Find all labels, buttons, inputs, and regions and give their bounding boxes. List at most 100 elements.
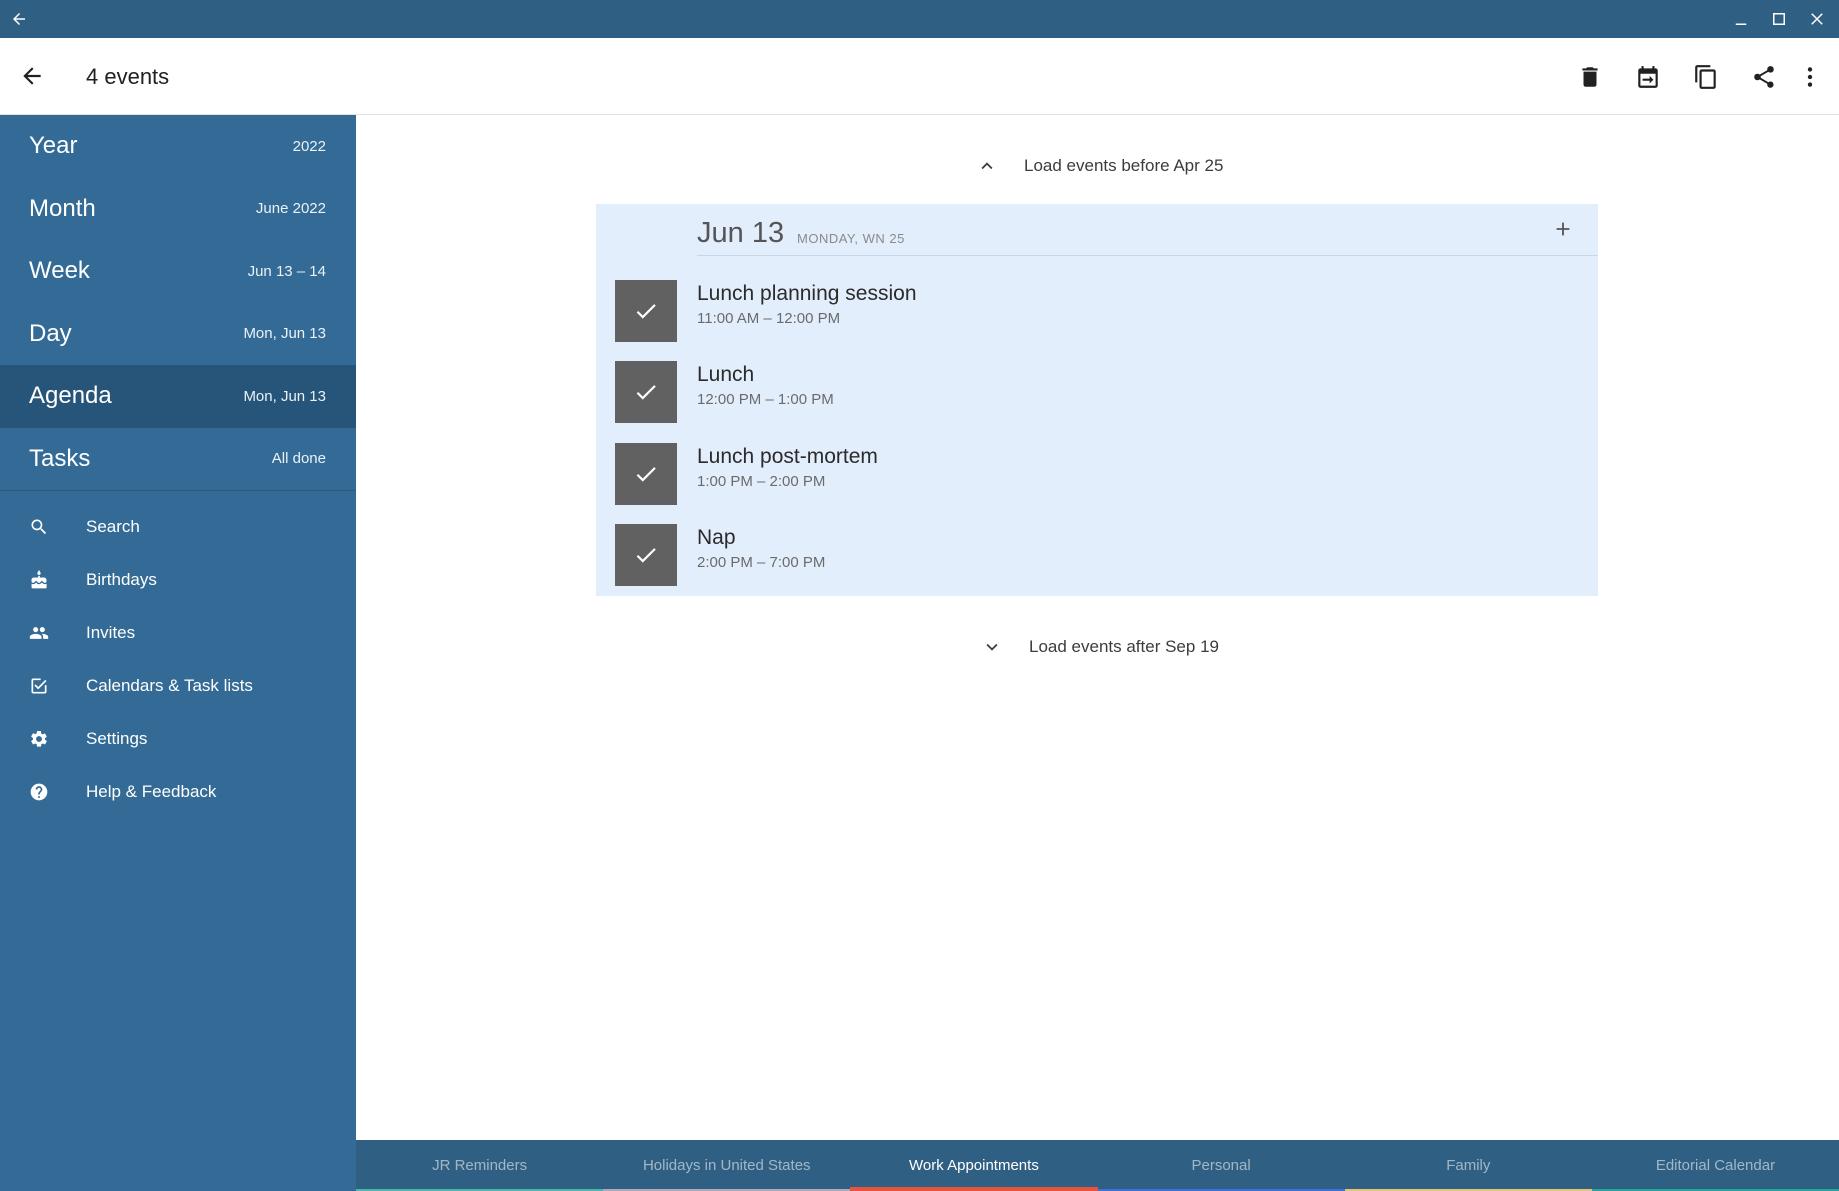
navigation-drawer: Year 2022 Month June 2022 Week Jun 13 – … [0,115,356,1191]
load-events-after-button[interactable]: Load events after Sep 19 [981,636,1219,658]
day-date: Jun 13 [697,217,785,249]
load-events-before-button[interactable]: Load events before Apr 25 [976,155,1223,177]
nav-item-birthdays[interactable]: Birthdays [0,553,356,606]
event-item[interactable]: Nap 2:00 PM – 7:00 PM [615,524,1575,588]
back-button[interactable] [12,56,52,96]
event-checkbox[interactable] [615,280,677,342]
maximize-icon [1773,13,1785,25]
copy-button[interactable] [1677,48,1735,106]
view-day[interactable]: Day Mon, Jun 13 [0,303,356,366]
event-title: Lunch planning session [697,282,917,305]
move-to-date-button[interactable] [1619,48,1677,106]
tab-holidays-in-united-states[interactable]: Holidays in United States [603,1140,851,1191]
appbar-actions [1561,38,1839,115]
arrow-left-icon [13,13,25,25]
event-checkbox[interactable] [615,361,677,423]
tab-label: Holidays in United States [642,1157,811,1174]
event-time: 2:00 PM – 7:00 PM [697,554,826,571]
view-week[interactable]: Week Jun 13 – 14 [0,240,356,303]
window-minimize-button[interactable] [1722,0,1760,38]
day-header: Jun 13 MONDAY, WN 25 [697,204,1598,256]
copy-icon [1695,64,1716,89]
chevron-up-icon [981,162,993,170]
tab-family[interactable]: Family [1344,1140,1592,1191]
view-subtitle: All done [271,450,326,468]
people-icon [28,622,50,644]
chevron-down-icon [986,643,998,651]
nav-item-calendars-task-lists[interactable]: Calendars & Task lists [0,659,356,712]
nav-label: Birthdays [86,569,157,589]
view-label: Year [29,132,78,160]
nav-label: Calendars & Task lists [86,675,253,695]
tab-label: Editorial Calendar [1655,1157,1776,1174]
window-back-button[interactable] [0,0,38,38]
view-label: Day [29,319,72,347]
load-before-label: Load events before Apr 25 [1024,156,1224,175]
nav-label: Help & Feedback [86,781,217,801]
view-tasks[interactable]: Tasks All done [0,428,356,491]
event-item[interactable]: Lunch planning session 11:00 AM – 12:00 … [615,280,1575,344]
event-item[interactable]: Lunch post-mortem 1:00 PM – 2:00 PM [615,443,1575,507]
delete-icon [1582,66,1598,87]
nav-item-invites[interactable]: Invites [0,606,356,659]
event-item[interactable]: Lunch 12:00 PM – 1:00 PM [615,361,1575,425]
day-group: Jun 13 MONDAY, WN 25 Lunch planning sess… [596,204,1598,596]
view-label: Month [29,194,96,222]
event-checkbox[interactable] [615,524,677,586]
search-icon [28,516,50,538]
gear-icon [28,728,50,750]
event-time: 12:00 PM – 1:00 PM [697,391,834,408]
nav-label: Search [86,516,140,536]
tab-label: JR Reminders [432,1157,528,1174]
tab-label: Family [1446,1157,1491,1174]
help-icon [28,781,50,803]
tab-label: Work Appointments [909,1157,1039,1174]
tab-personal[interactable]: Personal [1097,1140,1345,1191]
day-weekday-weeknumber: MONDAY, WN 25 [797,231,905,246]
calendar-tabs: JR Reminders Holidays in United States W… [356,1140,1839,1191]
tab-color-indicator [850,1187,1098,1191]
tab-editorial-calendar[interactable]: Editorial Calendar [1591,1140,1839,1191]
tab-work-appointments[interactable]: Work Appointments [850,1140,1098,1191]
view-month[interactable]: Month June 2022 [0,178,356,241]
event-title: Lunch [697,363,755,386]
nav-item-search[interactable]: Search [0,500,356,553]
event-time: 1:00 PM – 2:00 PM [697,473,826,490]
checkmark-icon [636,548,656,563]
load-after-label: Load events after Sep 19 [1029,637,1219,656]
view-agenda[interactable]: Agenda Mon, Jun 13 [0,365,356,428]
tab-jr-reminders[interactable]: JR Reminders [356,1140,604,1191]
sidebar-nav-list: Search Birthdays Invites Calendars & Tas… [0,491,356,818]
checkmark-icon [636,304,656,319]
nav-item-settings[interactable]: Settings [0,712,356,765]
minimize-icon [1735,23,1747,25]
cake-icon [28,569,50,591]
arrow-left-icon [23,67,41,85]
window-titlebar [0,0,1839,38]
plus-icon [1556,222,1570,236]
view-subtitle: Jun 13 – 14 [247,262,326,280]
view-label: Week [29,257,90,285]
event-time: 11:00 AM – 12:00 PM [697,310,841,327]
add-event-button[interactable] [1548,214,1578,244]
view-label: Tasks [29,444,91,472]
checklist-icon [28,675,50,697]
view-subtitle: Mon, Jun 13 [243,387,326,405]
nav-label: Settings [86,728,148,748]
checkmark-icon [636,385,656,400]
share-button[interactable] [1735,48,1793,106]
view-subtitle: June 2022 [255,200,326,218]
app-bar: 4 events [0,38,1839,115]
delete-button[interactable] [1561,48,1619,106]
window-close-button[interactable] [1798,0,1836,38]
move-to-date-icon [1638,65,1658,88]
view-subtitle: Mon, Jun 13 [243,325,326,343]
more-options-button[interactable] [1793,48,1827,106]
agenda-view: Load events before Apr 25 Jun 13 MONDAY,… [356,115,1839,1140]
view-year[interactable]: Year 2022 [0,115,356,178]
nav-item-help-feedback[interactable]: Help & Feedback [0,765,356,818]
event-checkbox[interactable] [615,443,677,505]
event-title: Nap [697,526,736,549]
window-maximize-button[interactable] [1760,0,1798,38]
share-icon [1754,65,1774,88]
